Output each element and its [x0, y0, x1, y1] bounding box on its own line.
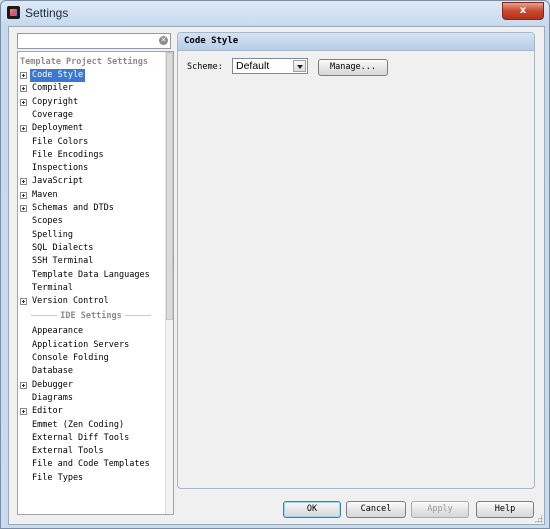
resize-grip[interactable] — [534, 514, 543, 523]
tree-item-label: JavaScript — [32, 176, 84, 186]
tree-item-copyright[interactable]: Copyright — [20, 96, 166, 109]
chevron-down-icon[interactable] — [293, 60, 306, 72]
tree-item-external-diff-tools[interactable]: External Diff Tools — [20, 432, 166, 445]
tree-item-label: File and Code Templates — [32, 459, 150, 469]
tree-item-label: Appearance — [32, 326, 84, 336]
tree-item-label: Terminal — [32, 283, 73, 293]
tree-item-compiler[interactable]: Compiler — [20, 82, 166, 95]
tree-item-label: Application Servers — [32, 340, 130, 350]
tree-item-label: Diagrams — [32, 393, 73, 403]
title-bar[interactable]: Settings x — [1, 1, 549, 25]
tree-item-scopes[interactable]: Scopes — [20, 215, 166, 228]
tree-item-label: Scopes — [32, 216, 63, 226]
tree-scrollbar-thumb[interactable] — [166, 52, 173, 320]
scheme-dropdown[interactable]: Default — [232, 58, 308, 74]
window-title: Settings — [25, 6, 69, 20]
tree-item-file-types[interactable]: File Types — [20, 472, 166, 485]
tree-item-external-tools[interactable]: External Tools — [20, 445, 166, 458]
clear-search-icon[interactable]: ✕ — [159, 36, 168, 45]
tree-item-label: File Types — [32, 473, 84, 483]
tree-item-file-encodings[interactable]: File Encodings — [20, 149, 166, 162]
expand-icon[interactable] — [20, 178, 27, 185]
tree-item-label: Schemas and DTDs — [32, 203, 114, 213]
tree-item-label: File Encodings — [32, 150, 104, 160]
cancel-button[interactable]: Cancel — [346, 501, 406, 518]
expand-icon[interactable] — [20, 382, 27, 389]
panel-header: Code Style — [178, 33, 534, 51]
tree-item-label: Compiler — [32, 83, 73, 93]
help-button[interactable]: Help — [476, 501, 534, 518]
project-settings-header: Template Project Settings — [20, 57, 148, 67]
tree-item-database[interactable]: Database — [20, 365, 166, 378]
settings-tree[interactable]: Template Project Settings IDE Settings C… — [17, 51, 174, 515]
tree-item-version-control[interactable]: Version Control — [20, 295, 166, 308]
tree-item-label: Emmet (Zen Coding) — [32, 420, 125, 430]
tree-item-application-servers[interactable]: Application Servers — [20, 339, 166, 352]
tree-item-file-colors[interactable]: File Colors — [20, 136, 166, 149]
close-button[interactable]: x — [502, 2, 544, 20]
tree-item-spelling[interactable]: Spelling — [20, 229, 166, 242]
tree-item-label: File Colors — [32, 137, 89, 147]
scheme-value: Default — [236, 60, 270, 72]
tree-item-label: SQL Dialects — [32, 243, 94, 253]
tree-item-sql-dialects[interactable]: SQL Dialects — [20, 242, 166, 255]
tree-scrollbar[interactable] — [165, 52, 173, 514]
tree-item-file-and-code-templates[interactable]: File and Code Templates — [20, 458, 166, 471]
tree-item-template-data-languages[interactable]: Template Data Languages — [20, 269, 166, 282]
tree-item-emmet-zen-coding[interactable]: Emmet (Zen Coding) — [20, 419, 166, 432]
dialog-body: ✕ Template Project Settings IDE Settings… — [8, 26, 545, 525]
tree-item-label: SSH Terminal — [32, 256, 94, 266]
expand-icon[interactable] — [20, 298, 27, 305]
expand-icon[interactable] — [20, 408, 27, 415]
tree-item-label: Inspections — [32, 163, 89, 173]
tree-item-code-style[interactable]: Code Style — [20, 69, 166, 82]
tree-item-coverage[interactable]: Coverage — [20, 109, 166, 122]
tree-item-editor[interactable]: Editor — [20, 405, 166, 418]
scheme-label: Scheme: — [187, 62, 223, 72]
tree-item-deployment[interactable]: Deployment — [20, 122, 166, 135]
tree-item-diagrams[interactable]: Diagrams — [20, 392, 166, 405]
intellij-app-icon — [7, 6, 20, 19]
tree-item-console-folding[interactable]: Console Folding — [20, 352, 166, 365]
tree-item-label: Editor — [32, 406, 63, 416]
tree-item-label: Code Style — [30, 69, 86, 82]
apply-button[interactable]: Apply — [411, 501, 469, 518]
tree-item-appearance[interactable]: Appearance — [20, 325, 166, 338]
tree-item-label: Database — [32, 366, 73, 376]
tree-item-inspections[interactable]: Inspections — [20, 162, 166, 175]
tree-item-label: Copyright — [32, 97, 79, 107]
tree-item-label: Maven — [32, 190, 58, 200]
expand-icon[interactable] — [20, 85, 27, 92]
tree-item-terminal[interactable]: Terminal — [20, 282, 166, 295]
ok-button[interactable]: OK — [283, 501, 341, 518]
expand-icon[interactable] — [20, 72, 27, 79]
ide-settings-header: IDE Settings — [18, 310, 164, 323]
tree-item-javascript[interactable]: JavaScript — [20, 175, 166, 188]
tree-item-label: Debugger — [32, 380, 73, 390]
code-style-panel: Code Style Scheme: Default Manage... — [177, 32, 535, 489]
settings-window: Settings x ✕ Template Project Settings I… — [0, 0, 550, 529]
tree-item-label: External Tools — [32, 446, 104, 456]
tree-item-label: Spelling — [32, 230, 73, 240]
search-field[interactable]: ✕ — [17, 33, 171, 49]
tree-item-maven[interactable]: Maven — [20, 189, 166, 202]
tree-item-label: Version Control — [32, 296, 109, 306]
panel-title: Code Style — [184, 36, 239, 46]
tree-item-ssh-terminal[interactable]: SSH Terminal — [20, 255, 166, 268]
tree-item-label: Deployment — [32, 123, 84, 133]
tree-item-label: External Diff Tools — [32, 433, 130, 443]
tree-item-label: Coverage — [32, 110, 73, 120]
expand-icon[interactable] — [20, 125, 27, 132]
tree-item-label: Template Data Languages — [32, 270, 150, 280]
expand-icon[interactable] — [20, 192, 27, 199]
expand-icon[interactable] — [20, 205, 27, 212]
tree-item-schemas-and-dtds[interactable]: Schemas and DTDs — [20, 202, 166, 215]
manage-button[interactable]: Manage... — [318, 59, 388, 76]
tree-item-debugger[interactable]: Debugger — [20, 379, 166, 392]
tree-item-label: Console Folding — [32, 353, 109, 363]
expand-icon[interactable] — [20, 99, 27, 106]
